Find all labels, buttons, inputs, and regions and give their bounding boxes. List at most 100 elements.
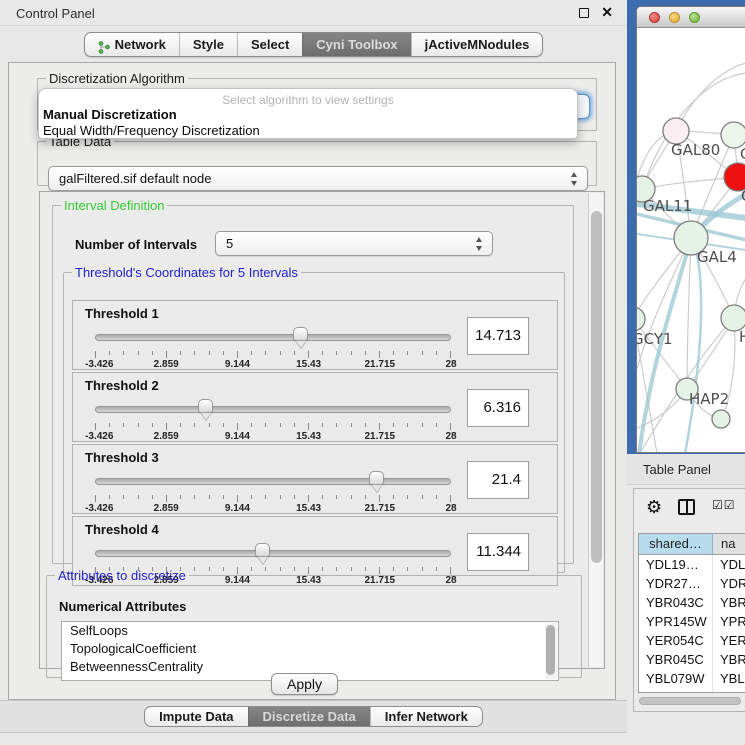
table-row[interactable]: YDR27…YDR2 — [639, 574, 745, 593]
table-cell: YDL19… — [639, 555, 713, 574]
tab-discretize-data[interactable]: Discretize Data — [248, 707, 370, 726]
tab-label: Network — [115, 33, 166, 57]
table-data-combobox[interactable]: galFiltered.sif default node — [48, 166, 588, 191]
threshold-value-field-3[interactable]: 21.4 — [467, 461, 529, 499]
slider-track[interactable] — [95, 550, 451, 557]
table-row[interactable]: YBL079WYBL0 — [639, 669, 745, 688]
tab-jactivemnodules[interactable]: jActiveMNodules — [411, 33, 543, 56]
select-checkboxes-icon[interactable]: ☑☑ — [712, 498, 736, 512]
float-window-icon[interactable] — [579, 8, 589, 18]
attribute-item[interactable]: TopologicalCoefficient — [62, 640, 558, 658]
table-header-row: shared…na — [639, 534, 745, 555]
threshold-value-field-2[interactable]: 6.316 — [467, 389, 529, 427]
table-cell: YPR145W — [639, 612, 713, 631]
tab-label: Select — [251, 33, 289, 57]
network-edge — [687, 238, 691, 389]
combo-stepper-icon — [476, 237, 483, 251]
table-row[interactable]: YER054CYER0 — [639, 631, 745, 650]
slider-tick-labels: -3.4262.8599.14415.4321.71528 — [95, 431, 451, 443]
control-panel-tabbar: Network Style Select Cyni Toolbox jActiveMNo… — [0, 32, 627, 57]
zoom-traffic-light-icon[interactable] — [689, 12, 700, 23]
network-window-titlebar[interactable] — [637, 7, 745, 28]
threshold-value-field-4[interactable]: 11.344 — [467, 533, 529, 571]
split-columns-icon[interactable] — [678, 499, 695, 515]
threshold-label: Threshold 2 — [85, 378, 159, 393]
minimize-traffic-light-icon[interactable] — [669, 12, 680, 23]
tab-select[interactable]: Select — [237, 33, 302, 56]
attributes-scrollbar[interactable] — [545, 623, 557, 679]
threshold-value-field-1[interactable]: 14.713 — [467, 317, 529, 355]
table-cell: YDR27… — [639, 574, 713, 593]
slider-thumb[interactable] — [198, 399, 213, 413]
node-label-HAP2: HAP2 — [689, 390, 729, 408]
tab-cyni-toolbox[interactable]: Cyni Toolbox — [302, 33, 410, 56]
table-row[interactable]: YDL19…YDL1 — [639, 555, 745, 574]
table-cell: YDR2 — [713, 574, 745, 593]
table-panel-body: ⚙ ☑☑ shared…na YDL19…YDL1YDR27…YDR2YBR04… — [633, 488, 745, 712]
table-cell: YPR1 — [713, 612, 745, 631]
node-label-GA: GA — [740, 145, 745, 163]
slider-ticks — [95, 495, 451, 502]
discretization-algorithm-legend: Discretization Algorithm — [46, 71, 188, 86]
table-cell: YBL079W — [639, 669, 713, 688]
table-row[interactable]: YLR345WYLR3 — [639, 688, 745, 693]
threshold-label: Threshold 3 — [85, 450, 159, 465]
tab-label: jActiveMNodules — [425, 33, 530, 57]
num-intervals-combobox[interactable]: 5 — [215, 231, 493, 256]
threshold-panel-1: Threshold 1-3.4262.8599.14415.4321.71528… — [72, 300, 558, 370]
table-horizontal-scrollbar[interactable] — [638, 697, 745, 706]
edge-node[interactable] — [712, 410, 730, 428]
slider-track[interactable] — [95, 406, 451, 413]
table-row[interactable]: YPR145WYPR1 — [639, 612, 745, 631]
slider-track[interactable] — [95, 478, 451, 485]
close-traffic-light-icon[interactable] — [649, 12, 660, 23]
settings-vertical-scrollbar[interactable] — [588, 193, 603, 667]
node-label-GAL4: GAL4 — [697, 248, 737, 266]
network-window: GAL80GACGAL11GAL4GCY1HHAP2 — [636, 6, 745, 453]
threshold-coordinates-group: Threshold's Coordinates for 5 Intervals … — [63, 265, 565, 573]
threshold-coordinates-legend: Threshold's Coordinates for 5 Intervals — [72, 265, 301, 280]
table-cell: YLR3 — [713, 688, 745, 693]
table-cell: YBR0 — [713, 650, 745, 669]
table-cell: YER054C — [639, 631, 713, 650]
table-panel-title: Table Panel — [643, 462, 711, 477]
table-cell: YER0 — [713, 631, 745, 650]
node-table: shared…na YDL19…YDL1YDR27…YDR2YBR043CYBR… — [638, 533, 745, 693]
tab-infer-network[interactable]: Infer Network — [370, 707, 482, 726]
attributes-legend: Attributes to discretize — [55, 568, 189, 583]
threshold-slider-2[interactable]: -3.4262.8599.14415.4321.71528 — [95, 399, 451, 439]
combo-stepper-icon — [571, 172, 578, 186]
close-icon[interactable]: ✕ — [601, 4, 613, 21]
threshold-slider-1[interactable]: -3.4262.8599.14415.4321.71528 — [95, 327, 451, 367]
table-panel-titlebar: Table Panel — [627, 454, 745, 485]
tab-style[interactable]: Style — [179, 33, 237, 56]
interval-definition-group: Interval Definition Number of Intervals … — [52, 198, 574, 564]
right-region: GAL80GACGAL11GAL4GCY1HHAP2 Table Panel ⚙… — [627, 0, 745, 745]
attribute-item[interactable]: SelfLoops — [62, 622, 558, 640]
column-header-shared-name[interactable]: shared… — [639, 534, 713, 554]
table-data-selected-value: galFiltered.sif default node — [59, 171, 211, 186]
network-canvas[interactable]: GAL80GACGAL11GAL4GCY1HHAP2 — [637, 28, 745, 453]
column-header-name[interactable]: na — [713, 534, 745, 554]
table-row[interactable]: YBR043CYBR0 — [639, 593, 745, 612]
tab-network[interactable]: Network — [85, 33, 179, 56]
dropdown-item-equal-width-frequency[interactable]: Equal Width/Frequency Discretization — [39, 123, 577, 139]
slider-track[interactable] — [95, 334, 451, 341]
slider-ticks — [95, 423, 451, 430]
table-row[interactable]: YBR045CYBR0 — [639, 650, 745, 669]
slider-thumb[interactable] — [369, 471, 384, 485]
slider-thumb[interactable] — [293, 327, 308, 341]
network-edge — [676, 63, 745, 131]
dropdown-item-manual-discretization[interactable]: Manual Discretization — [39, 107, 577, 123]
threshold-slider-3[interactable]: -3.4262.8599.14415.4321.71528 — [95, 471, 451, 511]
GCY1-node[interactable] — [637, 307, 645, 331]
numerical-attributes-list[interactable]: SelfLoopsTopologicalCoefficientBetweenne… — [61, 621, 559, 681]
threshold-panel-2: Threshold 2 -3.4262.8599.14415.4321.71528… — [72, 372, 558, 442]
gear-icon[interactable]: ⚙ — [646, 497, 662, 517]
slider-thumb[interactable] — [255, 543, 270, 557]
tab-impute-data[interactable]: Impute Data — [145, 707, 247, 726]
table-data-group: Table Data galFiltered.sif default node — [37, 134, 597, 186]
apply-button[interactable]: Apply — [271, 673, 338, 695]
tab-label: Style — [193, 33, 224, 57]
threshold-panel-3: Threshold 3 -3.4262.8599.14415.4321.71528… — [72, 444, 558, 514]
